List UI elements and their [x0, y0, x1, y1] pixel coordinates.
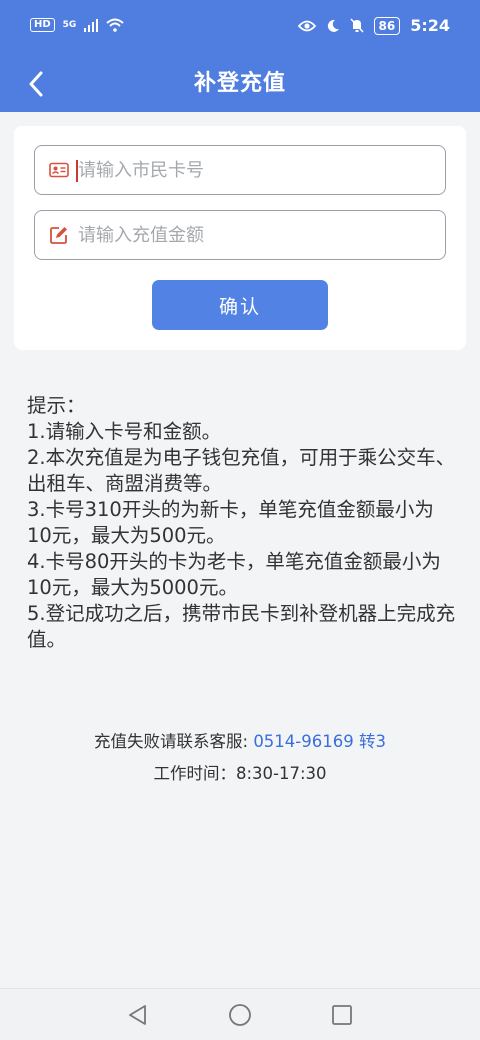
contact-info: 充值失败请联系客服: 0514-96169 转3	[0, 729, 480, 755]
tips-heading: 提示：	[27, 394, 86, 417]
moon-icon	[327, 19, 339, 32]
status-bar: HD 5G 86 5:24	[0, 0, 480, 56]
card-number-field[interactable]	[34, 145, 446, 195]
nav-back-icon[interactable]	[126, 1003, 150, 1027]
recharge-form-card: 确认	[14, 126, 466, 350]
nav-recent-apps-icon[interactable]	[330, 1003, 354, 1027]
battery-indicator: 86	[373, 16, 401, 35]
id-card-icon	[48, 159, 70, 181]
tip-line: 3.卡号310开头的为新卡，单笔充值金额最小为10元，最大为500元。	[27, 498, 434, 547]
page-title: 补登充值	[193, 71, 286, 96]
amount-field[interactable]	[34, 210, 446, 260]
network-type: 5G	[62, 20, 77, 30]
edit-icon	[48, 224, 70, 246]
status-time: 5:24	[410, 16, 450, 35]
card-number-input[interactable]	[78, 150, 438, 190]
text-caret	[76, 160, 78, 182]
signal-icon	[84, 19, 99, 32]
nav-home-icon[interactable]	[228, 1003, 252, 1027]
eye-icon	[297, 20, 316, 31]
tip-line: 2.本次充值是为电子钱包充值，可用于乘公交车、出租车、商盟消费等。	[27, 446, 456, 495]
hd-badge: HD	[30, 18, 55, 32]
system-navigation-bar	[0, 988, 480, 1040]
back-button[interactable]	[18, 66, 54, 102]
tip-line: 1.请输入卡号和金额。	[27, 420, 222, 443]
tip-line: 4.卡号80开头的卡为老卡，单笔充值金额最小为10元，最大为5000元。	[27, 550, 441, 599]
confirm-button[interactable]: 确认	[152, 280, 328, 330]
chevron-left-icon	[29, 71, 43, 97]
amount-input[interactable]	[78, 215, 438, 255]
wifi-icon	[106, 18, 124, 32]
working-hours: 工作时间：8:30-17:30	[153, 764, 327, 783]
page-header: 补登充值	[0, 56, 480, 112]
tips-section: 提示： 1.请输入卡号和金额。 2.本次充值是为电子钱包充值，可用于乘公交车、出…	[27, 393, 457, 653]
bell-mute-icon	[349, 18, 364, 33]
top-bar: HD 5G 86 5:24 补登充值	[0, 0, 480, 112]
service-phone-link[interactable]: 0514-96169 转3	[253, 732, 386, 751]
contact-label: 充值失败请联系客服:	[94, 732, 249, 751]
tip-line: 5.登记成功之后，携带市民卡到补登机器上完成充值。	[27, 602, 456, 651]
